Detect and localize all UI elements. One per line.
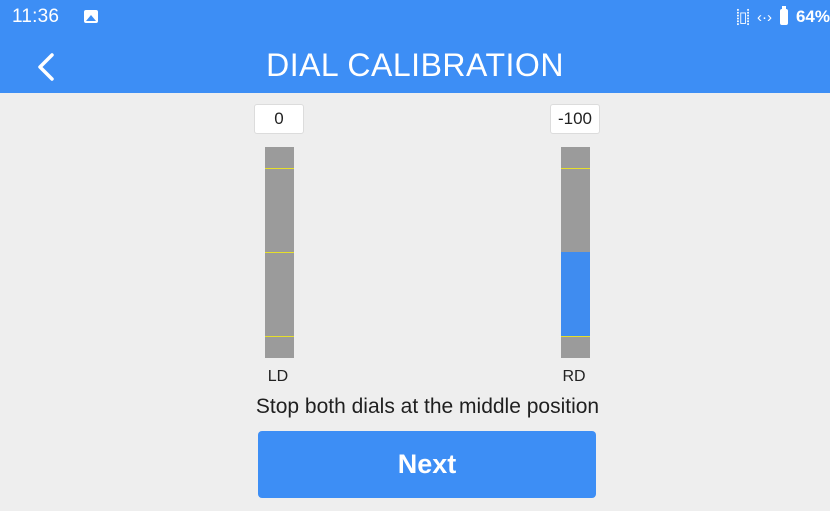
track-tick [265,336,294,337]
title-bar: 11:36 ⸽▯⸽ ‹·› 64% DIAL CALIBRATION [0,0,830,93]
instruction-text: Stop both dials at the middle position [255,395,600,418]
dial-track [265,147,294,358]
dial-label: LD [267,368,289,385]
track-tick [561,168,590,169]
status-time: 11:36 [12,6,60,27]
track-tick [265,168,294,169]
battery-icon [779,6,788,25]
track-tick [265,252,294,253]
page-title: DIAL CALIBRATION [266,47,564,83]
data-icon: ‹·› [756,8,772,26]
dial-value: -100 [550,104,600,134]
dial-fill [561,252,590,336]
track-tick [561,336,590,337]
battery-percent: 64% [795,7,830,26]
dial-value: 0 [254,104,304,134]
status-icons: ⸽▯⸽ ‹·› 64% [736,6,830,28]
gallery-icon [84,10,98,23]
vibrate-icon: ⸽▯⸽ [736,9,750,26]
dial-track [561,147,590,358]
dial-label: RD [562,368,586,385]
next-button[interactable]: Next [258,431,596,498]
